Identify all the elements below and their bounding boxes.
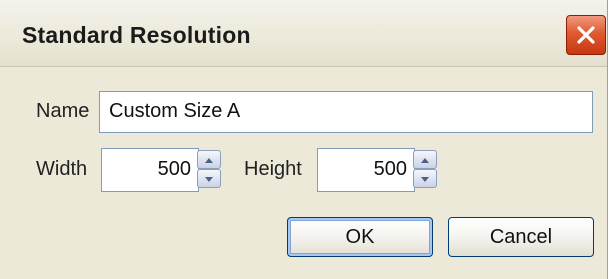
arrow-up-icon	[204, 151, 214, 169]
name-input[interactable]: Custom Size A	[99, 91, 593, 133]
window-title: Standard Resolution	[22, 22, 251, 48]
arrow-down-icon	[204, 170, 214, 188]
width-label: Width	[36, 158, 88, 180]
width-input[interactable]: 500	[101, 148, 199, 192]
width-decrement-button[interactable]	[197, 169, 221, 188]
height-label: Height	[244, 158, 302, 180]
name-label: Name	[36, 100, 90, 122]
dialog-window: Standard Resolution Name Custom Size A W…	[0, 0, 608, 279]
close-icon	[575, 24, 597, 46]
width-increment-button[interactable]	[197, 150, 221, 169]
cancel-button[interactable]: Cancel	[448, 217, 594, 257]
arrow-up-icon	[420, 151, 430, 169]
height-increment-button[interactable]	[413, 150, 437, 169]
height-spinner[interactable]	[413, 150, 437, 188]
title-bar[interactable]: Standard Resolution	[0, 0, 607, 67]
width-spinner[interactable]	[197, 150, 221, 188]
height-input[interactable]: 500	[317, 148, 415, 192]
ok-button[interactable]: OK	[287, 217, 433, 257]
close-button[interactable]	[566, 15, 606, 55]
height-decrement-button[interactable]	[413, 169, 437, 188]
arrow-down-icon	[420, 170, 430, 188]
